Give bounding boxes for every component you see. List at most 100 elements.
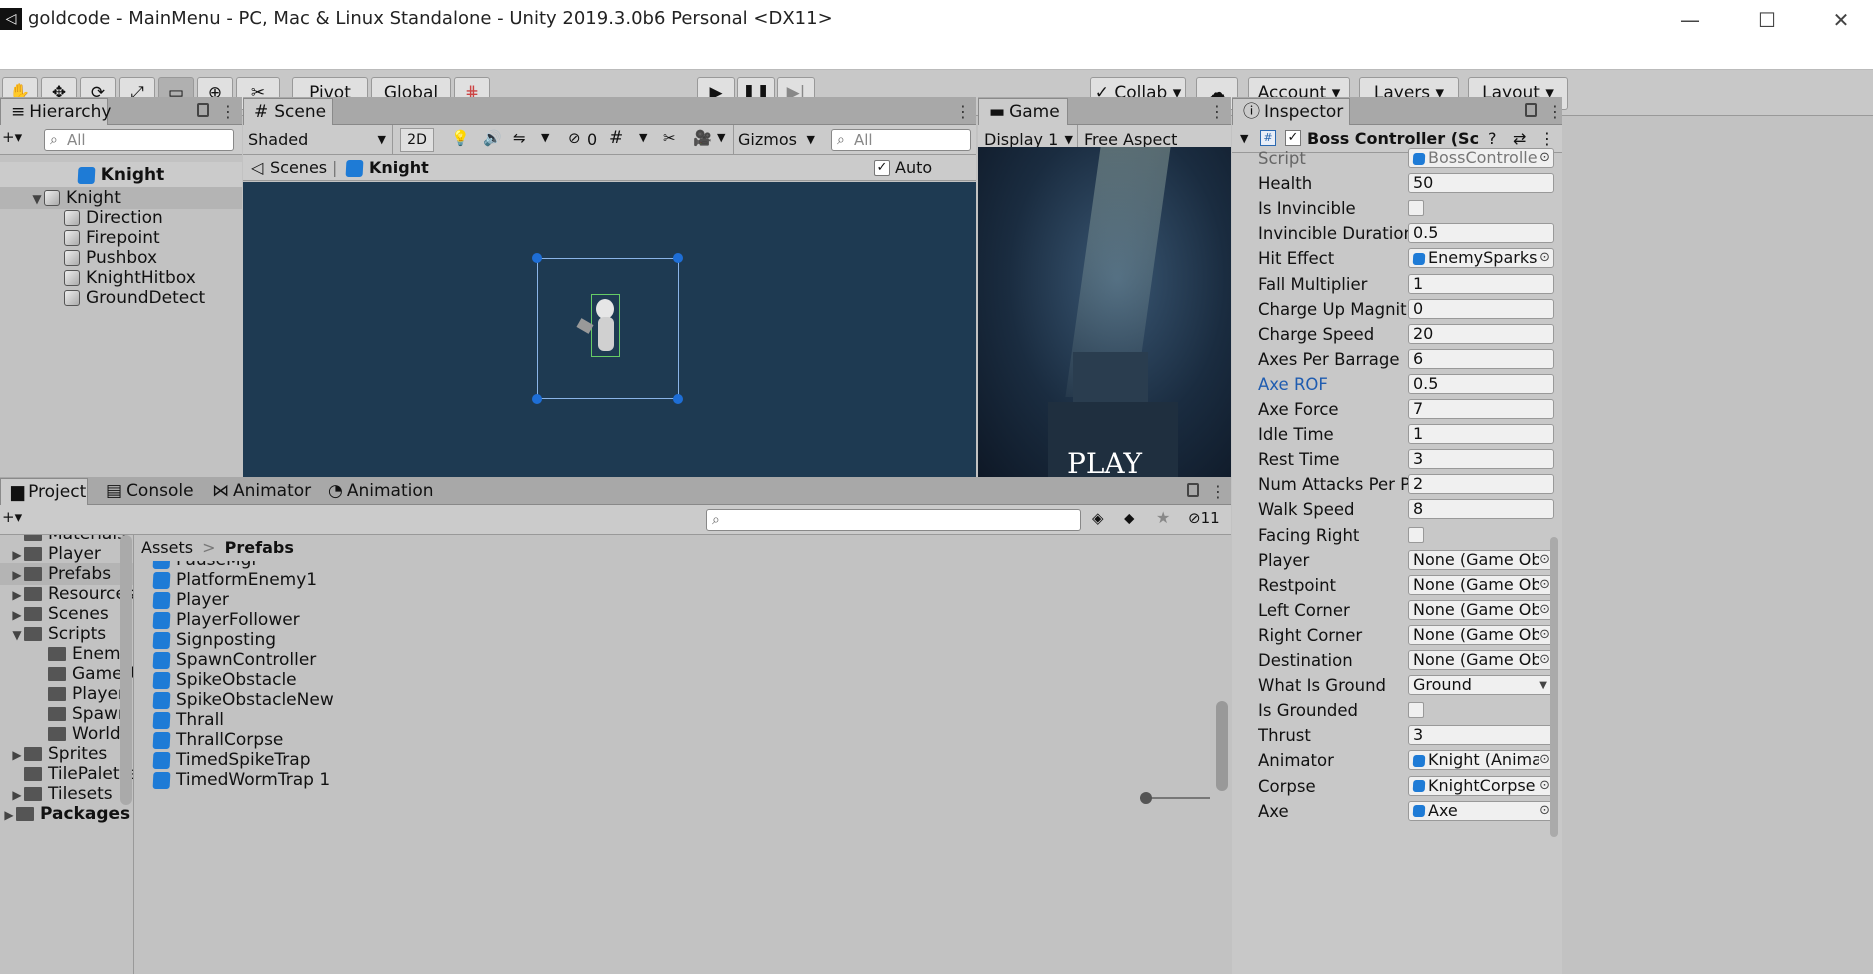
tab-game[interactable]: ▬ Game [978, 98, 1068, 125]
kebab-menu-icon[interactable]: ⋮ [1547, 98, 1562, 125]
object-picker-icon[interactable]: ⊙ [1539, 600, 1550, 619]
object-field[interactable]: BossController ⊙ [1408, 148, 1554, 168]
property-dropdown[interactable]: Ground ▼ [1408, 675, 1554, 696]
inspector-scrollbar[interactable] [1550, 537, 1558, 837]
asset-item[interactable]: PlayerFollower [135, 609, 1215, 631]
scene-search-input[interactable]: All [831, 129, 971, 151]
property-input[interactable]: 3 [1408, 725, 1554, 746]
object-picker-icon[interactable]: ⊙ [1539, 651, 1550, 669]
hierarchy-search-input[interactable]: All [44, 129, 234, 151]
object-field[interactable]: None (Game Object)⊙ [1408, 599, 1554, 620]
folder-tree-scrollbar[interactable] [120, 535, 132, 805]
folder-item[interactable]: ▶ Scenes [0, 603, 133, 625]
property-input[interactable]: 0.5 [1408, 373, 1554, 394]
folder-item[interactable]: ▶ Sprites [0, 743, 133, 765]
asset-item[interactable]: SpawnController [135, 649, 1215, 671]
icon-size-slider[interactable] [1140, 792, 1210, 804]
tools-icon[interactable]: ✂ [663, 129, 676, 147]
kebab-menu-icon[interactable]: ⋮ [220, 98, 236, 125]
knight-sprite[interactable] [576, 294, 620, 357]
asset-item[interactable]: Thrall [135, 709, 1215, 731]
2d-toggle[interactable]: 2D [400, 128, 434, 152]
folder-item[interactable]: World [0, 723, 133, 745]
folder-item[interactable]: ▶ Packages [0, 803, 133, 825]
kebab-menu-icon[interactable]: ⋮ [1210, 478, 1226, 505]
object-field[interactable]: EnemySparks ⊙ [1408, 248, 1554, 269]
grid-dropdown-icon[interactable]: ▼ [639, 131, 647, 144]
expand-arrow-icon[interactable]: ▶ [2, 804, 16, 826]
lock-icon[interactable] [1525, 103, 1537, 117]
folder-item[interactable]: ▶ Player [0, 543, 133, 565]
hidden-objects-icon[interactable]: ⊘ [568, 129, 581, 147]
folder-item[interactable]: Enemy [0, 643, 133, 665]
create-dropdown[interactable]: +▾ [2, 128, 22, 146]
maximize-button[interactable]: ☐ [1732, 4, 1802, 36]
folder-item[interactable]: ▶ Tilesets [0, 783, 133, 805]
property-checkbox[interactable] [1408, 200, 1424, 217]
filter-by-label-icon[interactable]: ⬥ [1124, 509, 1135, 527]
object-picker-icon[interactable]: ⊙ [1539, 776, 1550, 795]
folder-item[interactable]: GameUI [0, 663, 133, 685]
object-picker-icon[interactable]: ⊙ [1539, 625, 1550, 644]
auto-save-checkbox[interactable]: ✓ [874, 160, 890, 176]
scene-viewport[interactable] [243, 182, 976, 477]
object-field[interactable]: Axe ⊙ [1408, 800, 1554, 821]
folder-item[interactable]: Spawn [0, 703, 133, 725]
property-input[interactable]: 50 [1408, 173, 1554, 194]
property-input[interactable]: 0.5 [1408, 223, 1554, 244]
close-button[interactable]: ✕ [1806, 4, 1873, 36]
hierarchy-item[interactable]: Firepoint [0, 227, 242, 249]
property-input[interactable]: 1 [1408, 273, 1554, 294]
kebab-menu-icon[interactable]: ⋮ [1209, 98, 1225, 125]
property-input[interactable]: 0 [1408, 298, 1554, 319]
tab-animation[interactable]: ◔ Animation [318, 478, 444, 505]
camera-dropdown-icon[interactable]: ▼ [717, 131, 725, 144]
lighting-icon[interactable]: 💡 [451, 129, 470, 147]
object-picker-icon[interactable]: ⊙ [1539, 801, 1550, 820]
camera-icon[interactable]: 🎥 [693, 129, 712, 147]
gizmo-handle[interactable] [673, 394, 683, 404]
folder-item[interactable]: TilePalette [0, 763, 133, 785]
favorite-star-icon[interactable]: ★ [1156, 508, 1170, 527]
breadcrumb-knight[interactable]: Knight [345, 155, 429, 181]
asset-item[interactable]: Player [135, 589, 1215, 611]
object-picker-icon[interactable]: ⊙ [1539, 751, 1550, 770]
tab-project[interactable]: ▆ Project [0, 478, 88, 505]
object-field[interactable]: Knight (Animator)⊙ [1408, 750, 1554, 771]
tab-animator[interactable]: ⋈ Animator [202, 478, 321, 505]
filter-by-type-icon[interactable]: ◈ [1092, 509, 1104, 527]
object-picker-icon[interactable]: ⊙ [1539, 249, 1550, 268]
asset-item[interactable]: SpikeObstacle [135, 669, 1215, 691]
asset-item[interactable]: TimedSpikeTrap [135, 749, 1215, 771]
breadcrumb-scenes[interactable]: Scenes [270, 155, 327, 181]
minimize-button[interactable]: — [1655, 4, 1725, 36]
asset-item[interactable]: Signposting [135, 629, 1215, 651]
folder-item[interactable]: Player [0, 683, 133, 705]
gizmos-dropdown[interactable]: Gizmos ▼ [733, 125, 821, 155]
hierarchy-item[interactable]: GroundDetect [0, 287, 242, 309]
hierarchy-item[interactable]: KnightHitbox [0, 267, 242, 289]
asset-item[interactable]: ThrallCorpse [135, 729, 1215, 751]
asset-item[interactable]: PlatformEnemy1 [135, 569, 1215, 591]
asset-item[interactable]: TimedWormTrap 1 [135, 769, 1215, 791]
tab-scene[interactable]: # Scene [243, 98, 333, 125]
hierarchy-item-knight[interactable]: ▼ Knight [0, 187, 242, 209]
dropdown-arrow-icon[interactable]: ▼ [1539, 677, 1547, 694]
property-input[interactable]: 6 [1408, 348, 1554, 369]
object-picker-icon[interactable]: ⊙ [1539, 550, 1550, 569]
asset-item[interactable]: SpikeObstacleNew [135, 689, 1215, 711]
property-checkbox[interactable] [1408, 526, 1424, 543]
object-field[interactable]: None (Game Object)⊙ [1408, 624, 1554, 645]
object-field[interactable]: KnightCorpse ⊙ [1408, 775, 1554, 796]
property-checkbox[interactable] [1408, 702, 1424, 719]
effects-icon[interactable]: ⇋ [513, 129, 526, 147]
project-search-input[interactable] [706, 509, 1081, 531]
tab-hierarchy[interactable]: ≡ Hierarchy [0, 98, 111, 125]
breadcrumb-assets[interactable]: Assets [141, 538, 193, 557]
game-viewport[interactable]: PLAY [978, 147, 1231, 477]
breadcrumb-prefabs[interactable]: Prefabs [225, 538, 294, 557]
back-arrow-icon[interactable]: ◁ [251, 155, 263, 181]
folder-item[interactable]: ▶ Resources [0, 583, 133, 605]
hierarchy-item[interactable]: Direction [0, 207, 242, 229]
property-input[interactable]: 1 [1408, 424, 1554, 445]
